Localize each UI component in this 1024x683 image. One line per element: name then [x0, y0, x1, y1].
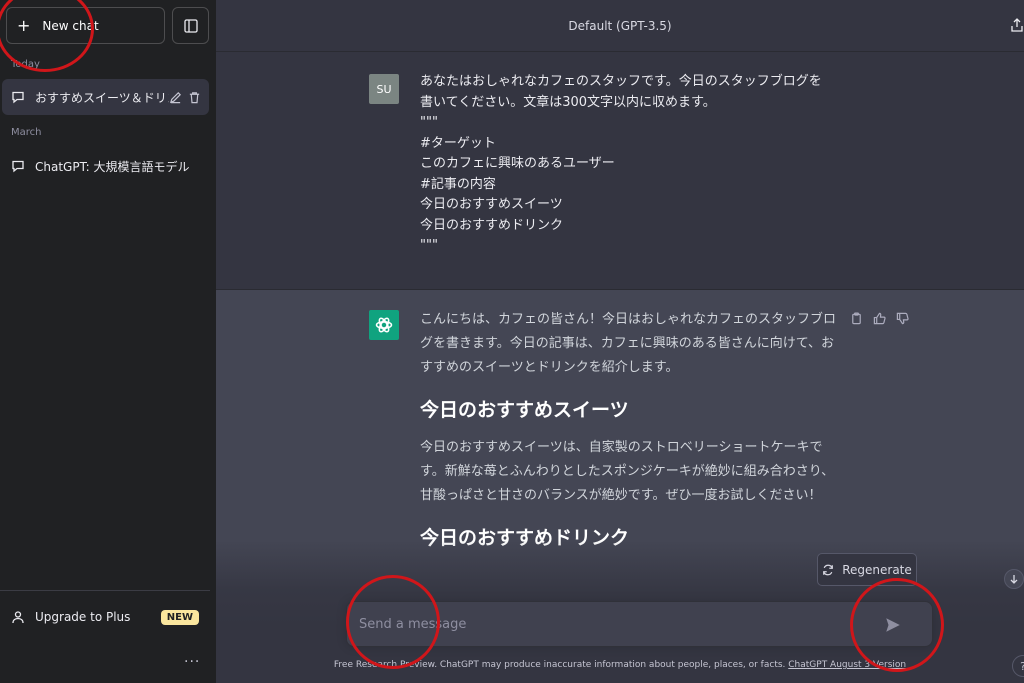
chat-bubble-icon — [12, 91, 24, 104]
footer-text: Free Research Preview. ChatGPT may produ… — [333, 660, 789, 670]
thumbs-up-icon[interactable] — [873, 312, 886, 325]
user-message: SU あなたはおしゃれなカフェのスタッフです。今日のスタッフブログを 書いてくだ… — [216, 52, 1024, 290]
user-message-text: あなたはおしゃれなカフェのスタッフです。今日のスタッフブログを 書いてください。… — [420, 72, 860, 257]
sidebar-chat-item[interactable]: おすすめスイーツ＆ドリンク — [2, 79, 209, 115]
user-icon — [12, 611, 24, 624]
user-message-line: #ターゲット — [420, 135, 496, 151]
model-title: Default (GPT-3.5) — [568, 18, 672, 33]
user-message-line: """ — [420, 115, 438, 130]
assistant-intro: こんにちは、カフェの皆さん！今日はおしゃれなカフェのスタッフブログを書きます。今… — [420, 312, 837, 375]
user-message-line: 今日のおすすめスイーツ — [420, 197, 563, 212]
sidebar-chat-label: ChatGPT: 大規模言語モデル — [35, 159, 190, 174]
regenerate-button[interactable]: Regenerate — [817, 553, 917, 586]
message-composer — [346, 601, 933, 647]
user-message-line: 今日のおすすめドリンク — [420, 217, 564, 233]
arrow-down-icon — [1010, 575, 1018, 584]
regenerate-label: Regenerate — [842, 562, 912, 577]
new-badge: NEW — [160, 609, 199, 625]
refresh-icon — [823, 564, 834, 575]
main-area: Default (GPT-3.5) SU あなたはおしゃれなカフェのスタッフです… — [216, 0, 1024, 683]
sidebar-chat-label: おすすめスイーツ＆ドリンク — [35, 90, 169, 105]
version-link[interactable]: ChatGPT August 3 Version — [788, 660, 906, 670]
chatgpt-logo-icon — [369, 310, 399, 340]
assistant-heading-sweets: 今日のおすすめスイーツ — [420, 399, 629, 421]
share-icon[interactable] — [1010, 18, 1024, 32]
user-message-line: このカフェに興味のあるユーザー — [420, 156, 615, 171]
toggle-sidebar-button[interactable] — [172, 7, 209, 44]
sidebar-chat-item[interactable]: ChatGPT: 大規模言語モデル — [2, 148, 209, 184]
sidebar: + New chat Today おすすめスイーツ＆ドリンク March Cha… — [0, 0, 216, 683]
new-chat-label: New chat — [42, 18, 99, 33]
section-label-today: Today — [11, 59, 40, 70]
sidebar-divider — [0, 590, 210, 591]
more-options-button[interactable]: ... — [184, 650, 200, 666]
sidebar-panel-icon — [183, 18, 198, 33]
message-input[interactable] — [359, 602, 859, 646]
trash-icon[interactable] — [188, 91, 201, 104]
chat-bubble-icon — [12, 160, 24, 173]
user-avatar: SU — [369, 74, 399, 104]
send-icon[interactable] — [884, 616, 902, 634]
edit-pencil-icon[interactable] — [169, 91, 182, 104]
top-bar: Default (GPT-3.5) — [216, 0, 1024, 52]
user-message-line: """ — [420, 238, 438, 253]
thumbs-down-icon[interactable] — [896, 312, 909, 325]
assistant-paragraph-sweets: 今日のおすすめスイーツは、自家製のストロベリーショートケーキです。新鮮な苺とふん… — [420, 440, 835, 503]
new-chat-button[interactable]: + New chat — [6, 7, 165, 44]
assistant-message-text: こんにちは、カフェの皆さん！今日はおしゃれなカフェのスタッフブログを書きます。今… — [420, 308, 840, 564]
footer-disclaimer: Free Research Preview. ChatGPT may produ… — [216, 660, 1024, 670]
upgrade-label: Upgrade to Plus — [35, 610, 131, 624]
copy-clipboard-icon[interactable] — [850, 312, 863, 325]
section-label-march: March — [11, 127, 42, 138]
message-actions — [850, 312, 909, 325]
user-message-line: あなたはおしゃれなカフェのスタッフです。今日のスタッフブログを — [420, 74, 822, 89]
scroll-to-bottom-button[interactable] — [1004, 569, 1024, 589]
plus-icon: + — [17, 15, 31, 35]
user-message-line: 書いてください。文章は300文字以内に収めます。 — [420, 94, 716, 110]
user-message-line: #記事の内容 — [420, 176, 496, 192]
upgrade-to-plus-button[interactable]: Upgrade to Plus NEW — [2, 600, 209, 634]
